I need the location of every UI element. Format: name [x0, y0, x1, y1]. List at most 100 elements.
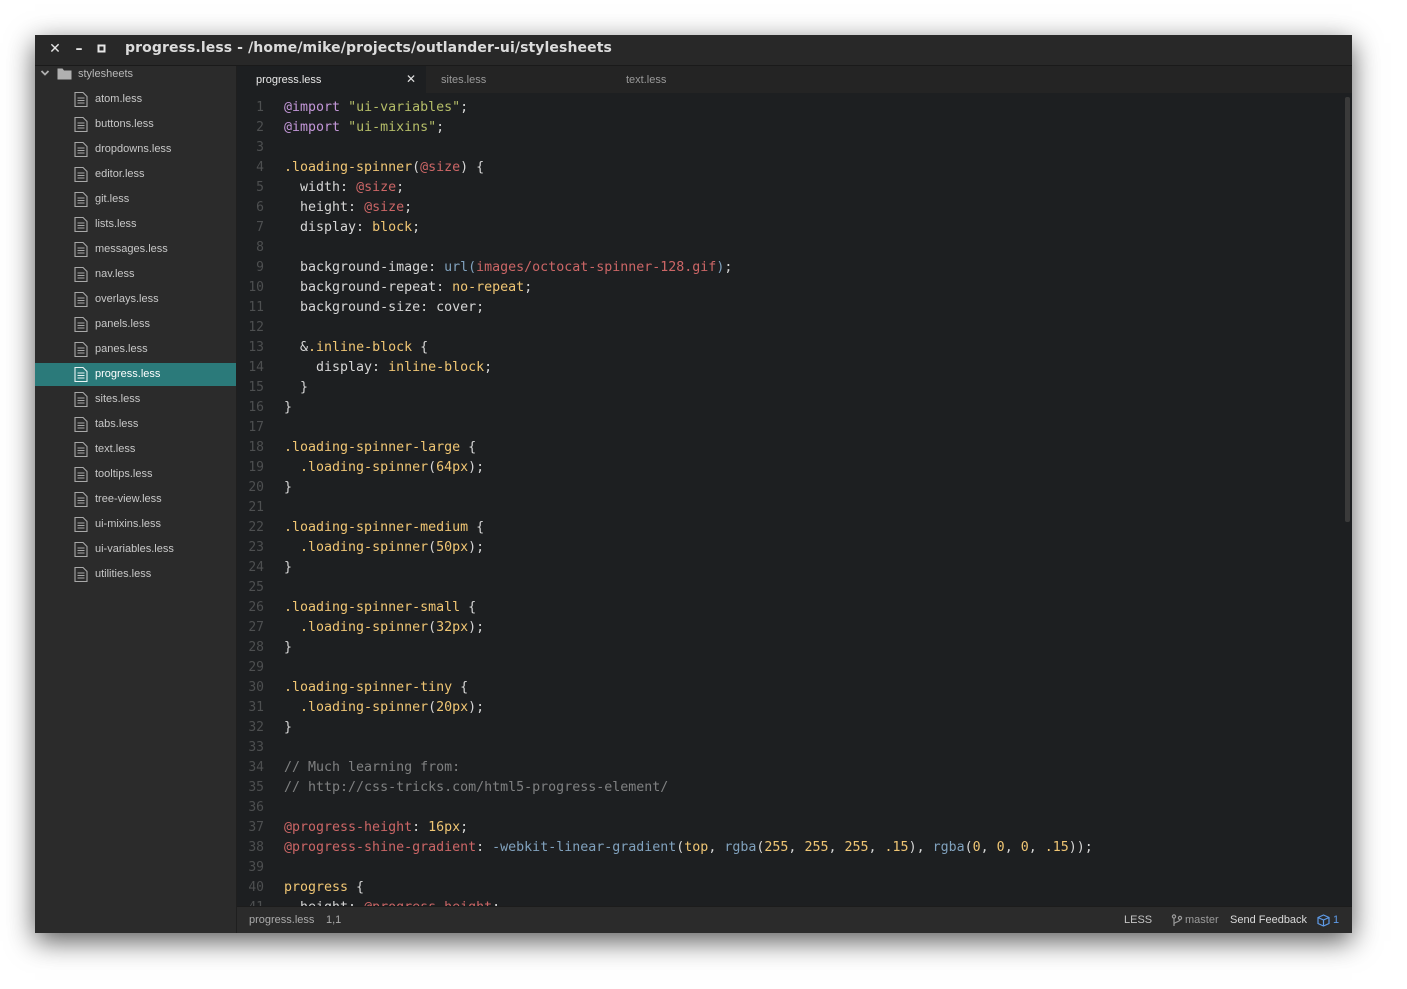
status-file-path[interactable]: progress.less [249, 914, 314, 926]
code-line[interactable]: .loading-spinner-tiny { [284, 678, 468, 698]
tree-file-atom-less[interactable]: atom.less [35, 88, 236, 111]
maximize-window-button[interactable] [94, 41, 110, 57]
code-line[interactable]: // Much learning from: [284, 758, 460, 778]
editor-scrollbar[interactable] [1343, 93, 1352, 906]
code-line[interactable]: .loading-spinner(32px); [284, 618, 484, 638]
code-token-plain: } [284, 400, 293, 415]
package-icon[interactable] [1317, 914, 1330, 927]
code-line[interactable]: @import "ui-variables"; [284, 98, 468, 118]
code-line[interactable]: width: @size; [284, 178, 404, 198]
code-line[interactable]: } [284, 638, 292, 658]
tree-file-panes-less[interactable]: panes.less [35, 338, 236, 361]
tree-file-panels-less[interactable]: panels.less [35, 313, 236, 336]
code-token-selector: .loading-spinner-medium [284, 520, 469, 535]
line-number: 36 [248, 800, 264, 815]
code-line[interactable]: .loading-spinner(50px); [284, 538, 484, 558]
code-line[interactable]: .loading-spinner-medium { [284, 518, 484, 538]
code-token-plain: , [708, 840, 725, 855]
send-feedback-link[interactable]: Send Feedback [1230, 914, 1307, 926]
code-line[interactable]: height: @progress-height; [284, 898, 500, 906]
tab-sites-less[interactable]: sites.less [426, 66, 611, 93]
code-line[interactable]: &.inline-block { [284, 338, 428, 358]
code-line[interactable]: .loading-spinner(64px); [284, 458, 484, 478]
code-line[interactable]: } [284, 398, 292, 418]
file-label: panes.less [95, 343, 148, 355]
code-line[interactable]: .loading-spinner(20px); [284, 698, 484, 718]
code-line[interactable]: // http://css-tricks.com/html5-progress-… [284, 778, 668, 798]
tab-progress-less[interactable]: progress.less ✕ [237, 66, 426, 93]
tree-file-tabs-less[interactable]: tabs.less [35, 413, 236, 436]
line-number: 21 [248, 500, 264, 515]
code-line[interactable]: display: block; [284, 218, 420, 238]
code-line[interactable]: display: inline-block; [284, 358, 492, 378]
tree-file-text-less[interactable]: text.less [35, 438, 236, 461]
status-grammar[interactable]: LESS [1124, 914, 1152, 926]
code-line[interactable]: } [284, 378, 308, 398]
code-line[interactable]: @import "ui-mixins"; [284, 118, 444, 138]
line-number: 11 [248, 300, 264, 315]
tree-file-lists-less[interactable]: lists.less [35, 213, 236, 236]
code-line[interactable]: .loading-spinner(@size) { [284, 158, 484, 178]
line-number: 32 [248, 720, 264, 735]
tree-file-ui-variables-less[interactable]: ui-variables.less [35, 538, 236, 561]
tree-view: stylesheets atom.less buttons.less dropdow… [35, 66, 237, 933]
scrollbar-thumb[interactable] [1345, 97, 1350, 522]
minimize-window-button[interactable]: – [71, 41, 87, 57]
tree-file-messages-less[interactable]: messages.less [35, 238, 236, 261]
code-editor[interactable]: 1 @import "ui-variables"; 2 @import "ui-mix… [237, 93, 1343, 906]
status-branch[interactable]: master [1185, 914, 1219, 926]
tree-file-nav-less[interactable]: nav.less [35, 263, 236, 286]
tree-file-buttons-less[interactable]: buttons.less [35, 113, 236, 136]
tree-file-tooltips-less[interactable]: tooltips.less [35, 463, 236, 486]
tree-file-utilities-less[interactable]: utilities.less [35, 563, 236, 586]
file-text-icon [74, 392, 88, 407]
code-line[interactable]: @progress-shine-gradient: -webkit-linear… [284, 838, 1093, 858]
tree-file-editor-less[interactable]: editor.less [35, 163, 236, 186]
tree-file-progress-less[interactable]: progress.less [35, 363, 236, 386]
code-line[interactable]: } [284, 558, 292, 578]
line-number: 25 [248, 580, 264, 595]
code-line[interactable]: } [284, 718, 292, 738]
status-updates-count[interactable]: 1 [1333, 914, 1339, 926]
close-window-button[interactable]: ✕ [47, 41, 63, 57]
code-token-plain: { [460, 600, 477, 615]
tree-file-dropdowns-less[interactable]: dropdowns.less [35, 138, 236, 161]
tree-file-git-less[interactable]: git.less [35, 188, 236, 211]
line-number: 22 [248, 520, 264, 535]
file-label: utilities.less [95, 568, 152, 580]
code-token-number: 50px [436, 540, 469, 555]
code-token-number: 255 [804, 840, 829, 855]
tree-folder-stylesheets[interactable]: stylesheets [35, 66, 236, 84]
code-line[interactable]: progress { [284, 878, 364, 898]
line-number: 2 [256, 120, 264, 135]
code-token-plain: ; [724, 260, 733, 275]
chevron-down-icon[interactable] [39, 67, 51, 79]
file-label: tooltips.less [95, 468, 153, 480]
close-tab-icon[interactable]: ✕ [406, 72, 416, 86]
file-text-icon [74, 242, 88, 257]
code-line[interactable]: @progress-height: 16px; [284, 818, 468, 838]
code-token-plain: background-size: cover; [284, 300, 485, 315]
code-line[interactable]: .loading-spinner-small { [284, 598, 476, 618]
code-token-selector: .loading-spinner [300, 620, 429, 635]
code-line[interactable]: height: @size; [284, 198, 412, 218]
status-cursor-position[interactable]: 1,1 [326, 914, 341, 926]
tree-file-ui-mixins-less[interactable]: ui-mixins.less [35, 513, 236, 536]
code-line[interactable]: .loading-spinner-large { [284, 438, 476, 458]
line-number: 15 [248, 380, 264, 395]
code-token-value: inline-block [388, 360, 485, 375]
code-line[interactable]: } [284, 478, 292, 498]
file-text-icon [74, 92, 88, 107]
code-line[interactable]: background-image: url(images/octocat-spi… [284, 258, 732, 278]
code-line[interactable]: background-size: cover; [284, 298, 484, 318]
code-token-plain: { [468, 520, 485, 535]
code-token-number: 255 [844, 840, 869, 855]
tab-text-less[interactable]: text.less [611, 66, 796, 93]
line-number: 17 [248, 420, 264, 435]
tree-file-tree-view-less[interactable]: tree-view.less [35, 488, 236, 511]
tree-file-overlays-less[interactable]: overlays.less [35, 288, 236, 311]
code-line[interactable]: background-repeat: no-repeat; [284, 278, 532, 298]
tree-file-sites-less[interactable]: sites.less [35, 388, 236, 411]
